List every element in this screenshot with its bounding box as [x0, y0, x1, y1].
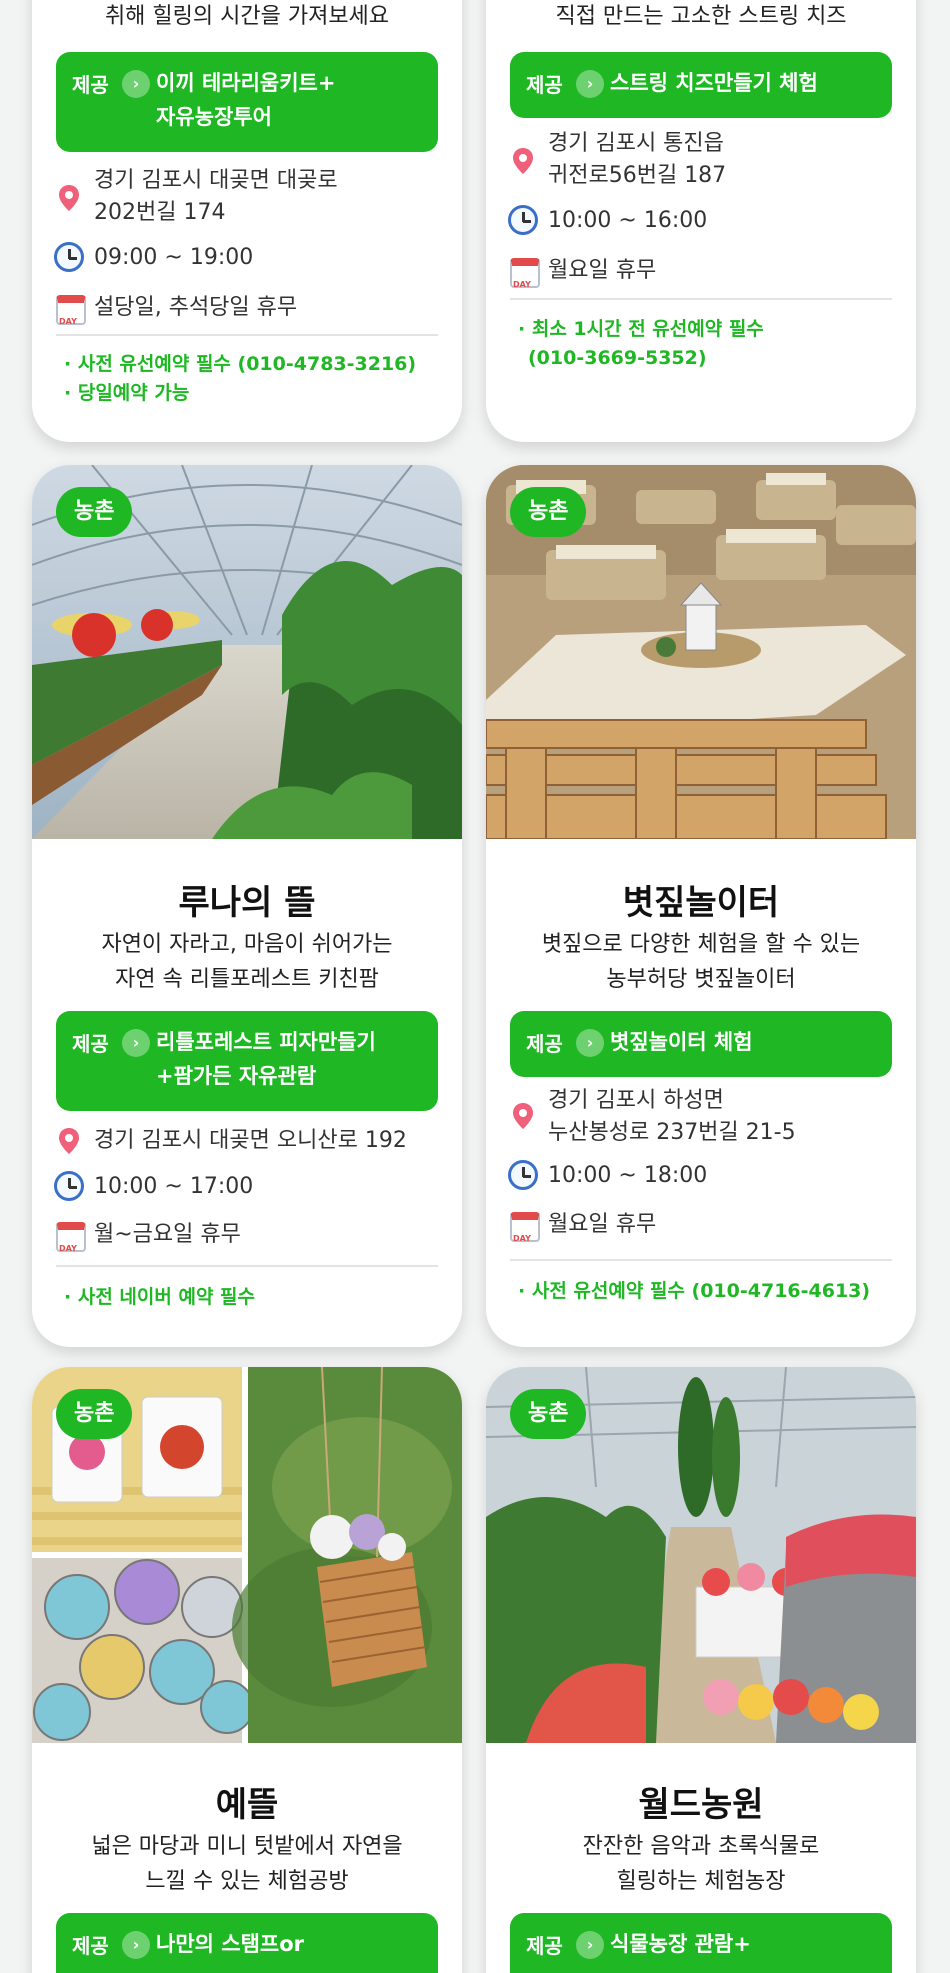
offer-label: 제공: [526, 1032, 563, 1056]
hours-text: 10:00 ~ 17:00: [94, 1174, 254, 1199]
clock-icon: [508, 205, 538, 235]
offer-label: 제공: [72, 1934, 109, 1958]
card-description: 볏짚으로 다양한 체험을 할 수 있는 농부허당 볏짚놀이터: [541, 932, 861, 992]
clock-icon: [508, 1160, 538, 1190]
address-text: 경기 김포시 하성면 누산봉성로 237번길 21-5: [548, 1088, 796, 1145]
chevron-right-circle-icon: ›: [576, 1931, 604, 1959]
offer-label: 제공: [72, 1032, 109, 1056]
divider: [56, 334, 438, 336]
clock-icon: [54, 1171, 84, 1201]
card-notes: · 사전 유선예약 필수 (010-4716-4613): [518, 1280, 871, 1302]
location-pin-icon: [513, 1103, 533, 1129]
address-text: 경기 김포시 통진읍 귀전로56번길 187: [548, 131, 727, 188]
card-photo-plant-farm: 농촌: [486, 1367, 916, 1743]
chevron-right-circle-icon: ›: [122, 70, 150, 98]
info-list: 경기 김포시 하성면 누산봉성로 237번길 21-5 10:00 ~ 18:0…: [508, 1085, 894, 1255]
location-pin-icon: [59, 185, 79, 211]
hours-text: 09:00 ~ 19:00: [94, 245, 254, 270]
offer-banner[interactable]: 제공 › 리틀포레스트 피자만들기 +팜가든 자유관람: [56, 1011, 438, 1111]
category-badge: 농촌: [56, 1389, 133, 1439]
info-list: 경기 김포시 대곶면 오니산로 192 10:00 ~ 17:00 월~금요일 …: [54, 1125, 440, 1265]
card-title: 볏짚놀이터: [622, 883, 780, 923]
offer-label: 제공: [526, 1934, 563, 1958]
chevron-right-circle-icon: ›: [576, 1029, 604, 1057]
hours-text: 10:00 ~ 16:00: [548, 208, 708, 233]
card-notes: · 최소 1시간 전 유선예약 필수 (010-3669-5352): [518, 318, 764, 369]
offer-banner[interactable]: 제공 › 스트링 치즈만들기 체험: [510, 52, 892, 118]
hours-text: 10:00 ~ 18:00: [548, 1163, 708, 1188]
divider: [510, 298, 892, 300]
card-description: 자연이 자라고, 마음이 쉬어가는 자연 속 리틀포레스트 키친팜: [101, 932, 393, 992]
offer-text: 스트링 치즈만들기 체험: [610, 71, 818, 95]
calendar-icon: [56, 1222, 86, 1265]
offer-label: 제공: [526, 73, 563, 97]
card-photo-straw: 농촌: [486, 465, 916, 839]
offer-text: 나만의 스탬프or: [156, 1932, 305, 1956]
closed-text: 월요일 휴무: [548, 1212, 657, 1237]
card-photo-collage: 농촌: [32, 1367, 462, 1743]
divider: [56, 1265, 438, 1267]
card-title: 예뜰: [215, 1785, 279, 1825]
farm-card[interactable]: 농촌 볏짚놀이터 볏짚으로 다양한 체험을 할 수 있는 농부허당 볏짚놀이터 …: [486, 465, 916, 1347]
farm-card[interactable]: 농촌 예뜰 넓은 마당과 미니 텃밭에서 자연을 느낄 수 있는 체험공방 제공…: [32, 1367, 462, 1973]
card-notes: · 사전 유선예약 필수 (010-4783-3216) · 당일예약 가능: [64, 353, 417, 404]
chevron-right-circle-icon: ›: [576, 70, 604, 98]
offer-text: 이끼 테라리움키트+ 자유농장투어: [156, 71, 336, 129]
location-pin-icon: [59, 1128, 79, 1154]
category-badge: 농촌: [510, 487, 587, 537]
chevron-right-circle-icon: ›: [122, 1029, 150, 1057]
offer-label: 제공: [72, 73, 109, 97]
category-badge: 농촌: [510, 1389, 587, 1439]
chevron-right-circle-icon: ›: [122, 1931, 150, 1959]
offer-banner[interactable]: 제공 › 나만의 스탬프or: [56, 1913, 438, 1973]
closed-text: 월~금요일 휴무: [94, 1222, 241, 1247]
card-description: 넓은 마당과 미니 텃밭에서 자연을 느낄 수 있는 체험공방: [91, 1834, 403, 1894]
offer-text: 볏짚놀이터 체험: [610, 1030, 753, 1054]
farm-card[interactable]: 농촌 월드농원 잔잔한 음악과 초록식물로 힐링하는 체험농장 제공 › 식물농…: [486, 1367, 916, 1973]
closed-text: 월요일 휴무: [548, 258, 657, 283]
calendar-icon: [510, 1212, 540, 1255]
category-badge: 농촌: [56, 487, 133, 537]
offer-banner[interactable]: 제공 › 볏짚놀이터 체험: [510, 1011, 892, 1077]
farm-card[interactable]: 농촌 루나의 뜰 자연이 자라고, 마음이 쉬어가는 자연 속 리틀포레스트 키…: [32, 465, 462, 1347]
card-title: 루나의 뜰: [178, 883, 316, 923]
address-text: 경기 김포시 대곶면 대곶로 202번길 174: [94, 168, 338, 225]
offer-banner[interactable]: 제공 › 식물농장 관람+: [510, 1913, 892, 1973]
info-list: 경기 김포시 통진읍 귀전로56번길 187 10:00 ~ 16:00 월요일…: [508, 128, 894, 301]
clock-icon: [54, 242, 84, 272]
card-description: 잔잔한 음악과 초록식물로 힐링하는 체험농장: [582, 1834, 820, 1894]
card-notes: · 사전 네이버 예약 필수: [64, 1286, 255, 1308]
calendar-icon: [510, 258, 540, 301]
offer-text: 식물농장 관람+: [610, 1932, 751, 1956]
card-description: 취해 힐링의 시간을 가져보세요: [104, 4, 390, 29]
card-title: 월드농원: [638, 1785, 764, 1825]
offer-text: 리틀포레스트 피자만들기 +팜가든 자유관람: [156, 1030, 376, 1088]
offer-banner[interactable]: 제공 › 이끼 테라리움키트+ 자유농장투어: [56, 52, 438, 152]
farm-card[interactable]: 취해 힐링의 시간을 가져보세요 제공 › 이끼 테라리움키트+ 자유농장투어 …: [32, 0, 462, 442]
divider: [510, 1259, 892, 1261]
card-description: 직접 만드는 고소한 스트링 치즈: [555, 4, 847, 29]
info-list: 경기 김포시 대곶면 대곶로 202번길 174 09:00 ~ 19:00 설…: [54, 165, 440, 338]
calendar-icon: [56, 295, 86, 338]
closed-text: 설당일, 추석당일 휴무: [94, 295, 298, 320]
card-photo-greenhouse: 농촌: [32, 465, 462, 839]
farm-card[interactable]: 직접 만드는 고소한 스트링 치즈 제공 › 스트링 치즈만들기 체험 경기 김…: [486, 0, 916, 442]
address-text: 경기 김포시 대곶면 오니산로 192: [94, 1128, 407, 1153]
location-pin-icon: [513, 148, 533, 174]
